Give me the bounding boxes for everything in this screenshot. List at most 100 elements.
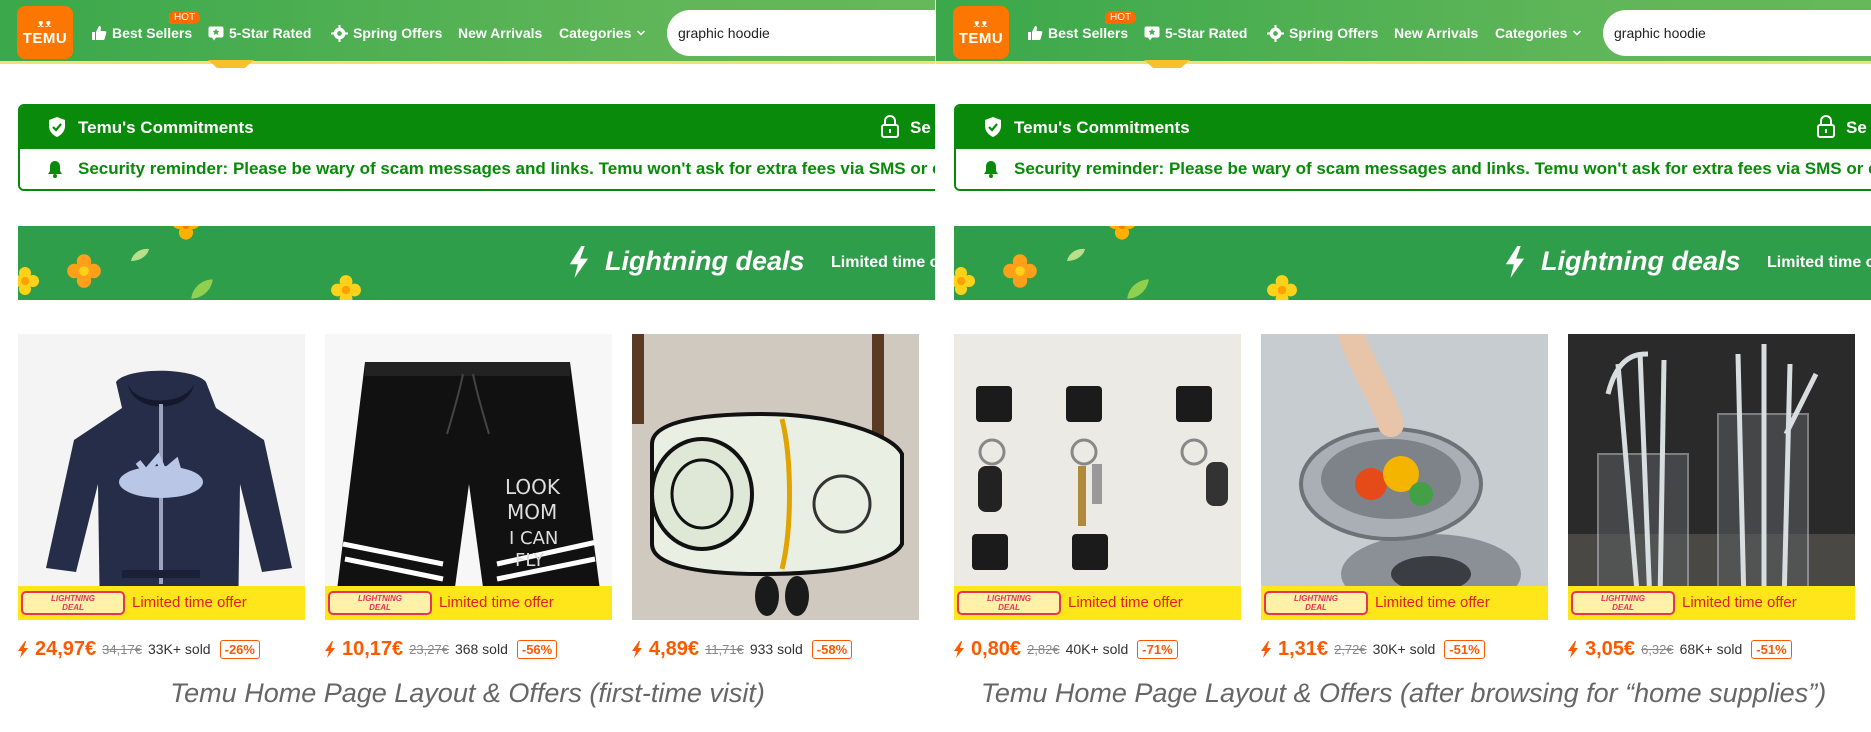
flower-decoration-icon — [1267, 275, 1297, 300]
price-row: 4,89€ 11,71€ 933 sold -58% — [632, 636, 853, 662]
search-value: graphic hoodie — [1614, 25, 1706, 41]
shield-check-icon — [49, 117, 65, 137]
lock-icon — [881, 115, 899, 138]
sold-count: 40K+ sold — [1065, 641, 1129, 657]
search-input[interactable]: graphic hoodie — [667, 10, 935, 56]
money-roll-rug-image — [632, 334, 919, 620]
limited-offer-text: Limited time offer — [1682, 594, 1797, 611]
chevron-down-icon — [637, 30, 646, 36]
nav-label: 5-Star Rated — [1165, 25, 1248, 41]
lightning-deal-bar: LIGHTNING DEAL Limited time offer — [954, 586, 1241, 620]
gear-flower-icon — [1267, 24, 1284, 42]
lightning-bolt-icon — [1261, 640, 1271, 658]
nav-new-arrivals[interactable]: New Arrivals — [1394, 23, 1478, 43]
sale-price: 10,17€ — [342, 637, 404, 660]
commitments-header[interactable]: Temu's Commitments Se — [20, 106, 935, 149]
deal-badge-line2: DEAL — [1612, 603, 1634, 612]
sold-count: 30K+ sold — [1372, 641, 1436, 657]
discount-badge: -51% — [1751, 639, 1792, 659]
nav-decoration — [208, 60, 254, 68]
nav-best-sellers[interactable]: Best Sellers — [91, 23, 192, 43]
limited-offer-text: Limited time offer — [132, 594, 247, 611]
sale-price: 0,80€ — [971, 637, 1022, 660]
discount-badge: -58% — [811, 639, 853, 659]
deal-badge-line2: DEAL — [1305, 603, 1327, 612]
temu-logo[interactable]: ᴥᴥ TEMU — [17, 6, 73, 59]
sink-strainer-image — [1261, 334, 1548, 620]
lightning-bolt-icon — [1568, 640, 1578, 658]
deal-badge-line1: LIGHTNING — [358, 594, 402, 603]
top-navigation-bar: ᴥᴥ TEMU Best Sellers HOT 5-Star Rated Sp… — [936, 0, 1871, 68]
bell-icon — [984, 161, 998, 178]
flower-decoration-icon — [954, 267, 975, 295]
security-reminder-row[interactable]: Security reminder: Please be wary of sca… — [20, 149, 935, 189]
lightning-bolt-icon — [954, 640, 964, 658]
deal-badge-line1: LIGHTNING — [51, 594, 95, 603]
original-price: 2,82€ — [1027, 641, 1060, 657]
lightning-bolt-icon — [325, 640, 335, 658]
commitments-title: Temu's Commitments — [1014, 118, 1190, 137]
sold-count: 33K+ sold — [147, 641, 211, 657]
original-price: 23,27€ — [409, 641, 449, 657]
nav-best-sellers[interactable]: Best Sellers — [1027, 23, 1128, 43]
original-price: 2,72€ — [1334, 641, 1367, 657]
flower-decoration-icon — [67, 254, 101, 288]
screenshot-caption: Temu Home Page Layout & Offers (after br… — [980, 678, 1827, 708]
logo-text: TEMU — [958, 30, 1004, 47]
lightning-deal-badge: LIGHTNING DEAL — [21, 591, 125, 615]
discount-badge: -51% — [1444, 639, 1485, 659]
lightning-deal-badge: LIGHTNING DEAL — [957, 591, 1061, 615]
sold-count: 933 sold — [749, 641, 803, 657]
security-reminder-text: Security reminder: Please be wary of sca… — [78, 159, 935, 178]
original-price: 11,71€ — [705, 641, 744, 657]
original-price: 34,17€ — [102, 641, 142, 657]
sold-count: 368 sold — [454, 641, 508, 657]
deal-badge-line2: DEAL — [998, 603, 1020, 612]
navy-zip-hoodie-image — [18, 334, 305, 620]
nav-new-arrivals[interactable]: New Arrivals — [458, 23, 542, 43]
commitments-title: Temu's Commitments — [78, 118, 254, 137]
flower-decoration-icon — [18, 267, 39, 295]
price-row: 24,97€ 34,17€ 33K+ sold -26% — [18, 636, 260, 662]
commitments-box: Temu's Commitments Se Security reminder:… — [954, 104, 1871, 191]
nav-label: Best Sellers — [112, 25, 193, 41]
lightning-deal-bar: LIGHTNING DEAL Limited time offer — [1568, 586, 1855, 620]
nav-categories[interactable]: Categories — [1495, 23, 1582, 43]
nav-label: New Arrivals — [458, 25, 543, 41]
search-input[interactable]: graphic hoodie — [1603, 10, 1871, 56]
lightning-deal-bar: LIGHTNING DEAL Limited time offer — [1261, 586, 1548, 620]
lightning-deals-banner[interactable]: Lightning deals Limited time offer — [18, 226, 935, 300]
flower-decoration-icon — [1003, 254, 1037, 288]
nav-spring-offers[interactable]: Spring Offers — [1267, 23, 1378, 43]
discount-badge: -71% — [1137, 639, 1178, 659]
nav-categories[interactable]: Categories — [559, 23, 646, 43]
flower-decoration-icon — [331, 275, 361, 300]
logo-mascot: ᴥᴥ — [37, 18, 53, 30]
security-reminder-text: Security reminder: Please be wary of sca… — [1014, 159, 1871, 178]
temu-logo[interactable]: ᴥᴥ TEMU — [953, 6, 1009, 59]
lock-icon — [1817, 115, 1835, 138]
security-reminder-row[interactable]: Security reminder: Please be wary of sca… — [956, 149, 1871, 189]
nav-label: Spring Offers — [353, 25, 443, 41]
svg-text:LOOK: LOOK — [505, 475, 561, 499]
glass-straws-image — [1568, 334, 1855, 620]
lightning-deal-bar: LIGHTNING DEAL Limited time offer — [325, 586, 612, 620]
hot-badge: HOT — [169, 11, 201, 24]
sold-count: 68K+ sold — [1679, 641, 1743, 657]
nav-label: Categories — [559, 25, 632, 41]
lightning-deals-title: Lightning deals — [605, 246, 805, 276]
thumbs-up-icon — [92, 26, 107, 40]
deal-badge-line2: DEAL — [62, 603, 84, 612]
nav-five-star-rated[interactable]: 5-Star Rated — [208, 23, 311, 43]
nav-label: 5-Star Rated — [229, 25, 312, 41]
lightning-deal-badge: LIGHTNING DEAL — [328, 591, 432, 615]
star-review-icon — [208, 26, 224, 41]
deal-badge-line1: LIGHTNING — [987, 594, 1031, 603]
lightning-deals-banner[interactable]: Lightning deals Limited time offer — [954, 226, 1871, 300]
leaf-decoration-icon — [191, 279, 213, 299]
logo-mascot: ᴥᴥ — [973, 18, 989, 30]
nav-spring-offers[interactable]: Spring Offers — [331, 23, 442, 43]
nav-five-star-rated[interactable]: 5-Star Rated — [1144, 23, 1247, 43]
commitments-header[interactable]: Temu's Commitments Se — [956, 106, 1871, 149]
sale-price: 1,31€ — [1278, 637, 1329, 660]
